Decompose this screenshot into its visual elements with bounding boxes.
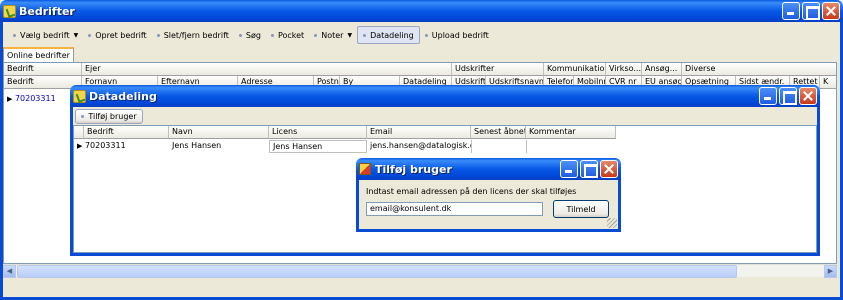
minimize-button[interactable] — [782, 2, 800, 20]
toolbar-pocket[interactable]: Pocket — [266, 26, 309, 44]
row-pointer-icon: ▶ — [77, 142, 83, 150]
toolbar-upload-bedrift[interactable]: Upload bedrift — [420, 26, 494, 44]
resize-grip[interactable] — [607, 218, 617, 228]
group-header-ejer: Ejer — [82, 63, 452, 76]
main-titlebar[interactable]: Bedrifter — [0, 0, 843, 22]
scroll-left-button[interactable]: ◀ — [3, 265, 16, 278]
bullet-icon — [270, 33, 274, 37]
column-header-senest-aabnet[interactable]: Senest åbnet — [471, 126, 526, 139]
tab-online-bedrifter[interactable]: Online bedrifter — [3, 47, 74, 62]
bullet-icon — [314, 33, 318, 37]
group-header-kommunikation: Kommunikation — [544, 63, 606, 76]
minimize-button[interactable] — [759, 87, 777, 105]
close-button[interactable] — [799, 87, 817, 105]
close-button[interactable] — [822, 2, 840, 20]
dropdown-arrow-icon: ▼ — [73, 31, 79, 39]
bullet-icon — [238, 33, 242, 37]
toolbar-opret-bedrift[interactable]: Opret bedrift — [83, 26, 152, 44]
group-header-bedrift: Bedrift — [4, 63, 82, 76]
group-header-diverse: Diverse — [682, 63, 836, 76]
cell-licens[interactable]: Jens Hansen — [269, 140, 367, 153]
close-button[interactable] — [600, 160, 618, 178]
dialog-icon — [359, 163, 371, 175]
app-icon — [73, 89, 86, 103]
bullet-icon — [363, 33, 367, 37]
email-prompt-label: Indtast email adressen på den licens der… — [366, 187, 577, 196]
dropdown-arrow-icon: ▼ — [347, 31, 353, 39]
cell-navn[interactable]: Jens Hansen — [169, 140, 269, 153]
column-header-navn[interactable]: Navn — [169, 126, 269, 139]
toolbar-vaelg-bedrift[interactable]: Vælg bedrift ▼ — [8, 26, 83, 44]
tilmeld-button[interactable]: Tilmeld — [553, 200, 609, 218]
datadeling-window-title: Datadeling — [89, 89, 157, 103]
app-icon — [3, 4, 16, 18]
cell-email[interactable]: jens.hansen@datalogisk.dk — [367, 140, 471, 153]
bullet-icon — [424, 33, 428, 37]
bullet-icon — [81, 115, 85, 118]
main-window-title: Bedrifter — [19, 4, 75, 18]
main-horizontal-scrollbar[interactable]: ◀ ▶ — [3, 264, 837, 278]
scroll-right-button[interactable]: ▶ — [824, 265, 837, 278]
maximize-button[interactable] — [779, 87, 797, 105]
group-header-udskrifter: Udskrifter — [452, 63, 544, 76]
tilfoj-titlebar[interactable]: Tilføj bruger — [356, 158, 621, 180]
table-row[interactable]: ▶ 70203311 — [74, 140, 169, 153]
bullet-icon — [156, 33, 160, 37]
group-header-ansoegning: Ansøg... — [642, 63, 682, 76]
datadeling-titlebar[interactable]: Datadeling — [70, 85, 820, 107]
column-header[interactable] — [74, 126, 84, 139]
bullet-icon — [88, 33, 92, 37]
toolbar-datadeling[interactable]: Datadeling — [357, 26, 420, 44]
cell-kommentar[interactable] — [526, 140, 616, 153]
column-header-bedrift[interactable]: Bedrift — [84, 126, 169, 139]
tilfoj-dialog-title: Tilføj bruger — [375, 162, 452, 176]
row-pointer-icon: ▶ — [7, 95, 13, 103]
maximize-button[interactable] — [580, 160, 598, 178]
minimize-button[interactable] — [560, 160, 578, 178]
email-input[interactable]: email@konsulent.dk — [366, 202, 543, 216]
scroll-thumb[interactable] — [17, 265, 737, 278]
column-header-licens[interactable]: Licens — [269, 126, 367, 139]
column-header-kommentar[interactable]: Kommentar — [526, 126, 616, 139]
main-toolbar: Vælg bedrift ▼ Opret bedrift Slet/fjern … — [8, 26, 494, 44]
column-header[interactable]: K — [820, 76, 836, 89]
toolbar-soeg[interactable]: Søg — [234, 26, 266, 44]
toolbar-noter[interactable]: Noter ▼ — [309, 26, 357, 44]
bullet-icon — [13, 33, 16, 37]
cell-senest[interactable] — [471, 140, 526, 153]
group-header-virksomhed: Virkso... — [606, 63, 642, 76]
column-header-email[interactable]: Email — [367, 126, 471, 139]
add-user-button[interactable]: Tilføj bruger — [75, 109, 143, 124]
maximize-button[interactable] — [802, 2, 820, 20]
toolbar-slet-bedrift[interactable]: Slet/fjern bedrift — [152, 26, 234, 44]
